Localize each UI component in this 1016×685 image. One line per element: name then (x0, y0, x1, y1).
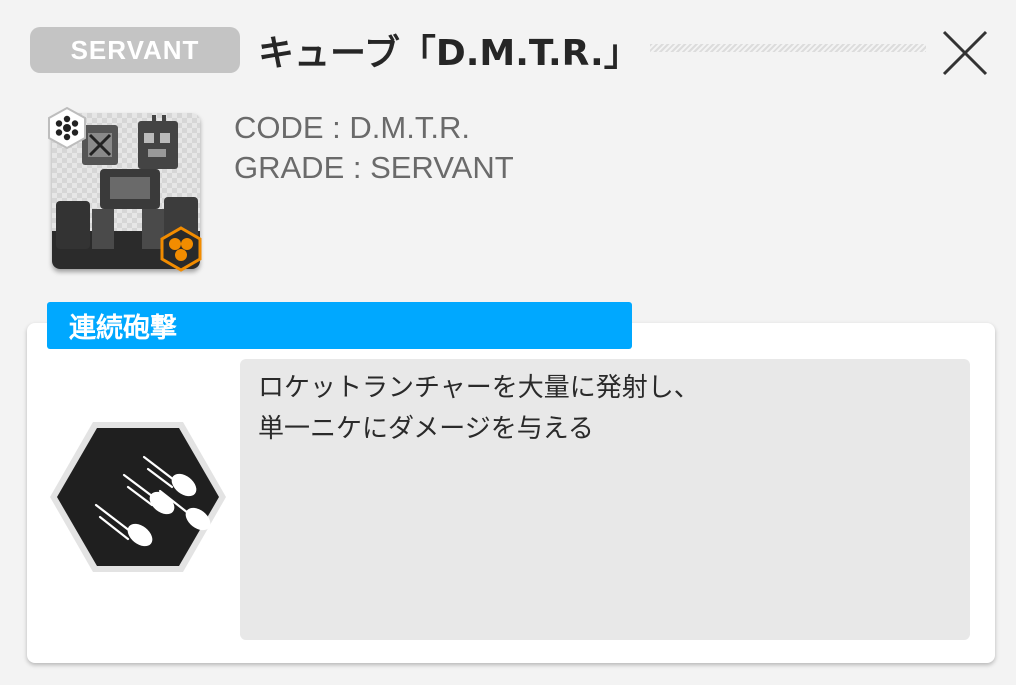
description-line: 単一ニケにダメージを与える (258, 414, 594, 444)
description-line: ロケットランチャーを大量に発射し、 (258, 373, 700, 403)
close-x-icon (942, 30, 988, 76)
code-line: CODE : D.M.T.R. (234, 110, 470, 145)
cluster-icon (45, 106, 89, 150)
unit-info: CODE : D.M.T.R. GRADE : SERVANT (234, 108, 514, 188)
page-title: キューブ「D.M.T.R.」 (258, 33, 640, 74)
skill-description: ロケットランチャーを大量に発射し、 単一ニケにダメージを与える (240, 359, 970, 640)
rocket-barrage-icon (48, 417, 228, 577)
title-divider (650, 44, 926, 52)
close-button[interactable] (938, 26, 992, 80)
skill-name: 連続砲撃 (47, 302, 632, 349)
burst-cells-icon (158, 226, 204, 272)
grade-line: GRADE : SERVANT (234, 150, 514, 185)
grade-badge: SERVANT (30, 27, 240, 73)
